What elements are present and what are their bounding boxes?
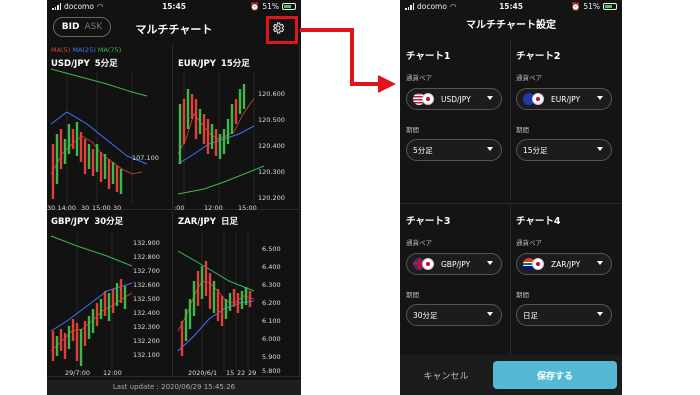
last-update: Last update : 2020/06/29 15:45:26 bbox=[47, 380, 301, 395]
price-label: 132.600 bbox=[133, 281, 160, 289]
chart-panel-gbpjpy[interactable]: GBP/JPY 30分足 132.900 132.800 132.700 132… bbox=[47, 211, 173, 377]
time-label: 29/7:00 bbox=[65, 369, 91, 377]
chevron-down-icon bbox=[487, 312, 493, 316]
alarm-icon: ⏰ bbox=[570, 2, 581, 11]
pair-field-label: 通貨ペア bbox=[516, 74, 542, 82]
time-label: 22 bbox=[237, 369, 246, 377]
pair-value: GBP/JPY bbox=[441, 259, 471, 269]
save-button[interactable]: 保存する bbox=[493, 361, 617, 389]
price-label: 5.800 bbox=[262, 367, 281, 375]
period-select[interactable]: 5分足 bbox=[406, 139, 502, 161]
price-label: 132.500 bbox=[133, 295, 160, 303]
price-label: 132.700 bbox=[133, 267, 160, 275]
price-label: 6.000 bbox=[262, 335, 281, 343]
divider bbox=[400, 203, 622, 204]
pair-field-label: 通貨ペア bbox=[516, 239, 542, 247]
chart-setting-title: チャート1 bbox=[406, 51, 451, 62]
period-select[interactable]: 30分足 bbox=[406, 304, 502, 326]
price-label: 132.100 bbox=[133, 351, 160, 359]
divider bbox=[510, 205, 511, 355]
price-label: 132.400 bbox=[133, 309, 160, 317]
price-label: 6.400 bbox=[262, 263, 281, 271]
battery-percent: 51% bbox=[262, 2, 279, 11]
price-label: 6.500 bbox=[262, 245, 281, 253]
app-header: BID ASK マルチチャート bbox=[47, 14, 301, 42]
period-value: 日足 bbox=[523, 310, 538, 320]
divider bbox=[510, 40, 511, 200]
battery-icon bbox=[603, 3, 617, 10]
candlestick-chart bbox=[50, 68, 148, 204]
time-label: 12:00 bbox=[103, 369, 122, 377]
page-title: マルチチャート設定 bbox=[466, 20, 556, 31]
period-field-label: 期間 bbox=[406, 291, 419, 299]
highlight-box bbox=[266, 16, 298, 44]
period-select[interactable]: 15分足 bbox=[516, 139, 612, 161]
arrow-icon bbox=[300, 28, 396, 93]
alarm-icon: ⏰ bbox=[249, 2, 260, 11]
pair-field-label: 通貨ペア bbox=[406, 239, 432, 247]
chart-panel-usdjpy[interactable]: MA(5) MA(25) MA(75) USD/JPY 5分足 107.100 … bbox=[47, 44, 173, 212]
price-label: 6.300 bbox=[262, 281, 281, 289]
battery-percent: 51% bbox=[583, 2, 600, 11]
period-select[interactable]: 日足 bbox=[516, 304, 612, 326]
price-label: 120.600 bbox=[258, 90, 285, 98]
pair-select[interactable]: GBP/JPY bbox=[406, 253, 502, 275]
pair-select[interactable]: USD/JPY bbox=[406, 88, 502, 110]
time-label: 15 bbox=[226, 369, 235, 377]
battery-icon bbox=[282, 3, 296, 10]
pair-field-label: 通貨ペア bbox=[406, 74, 432, 82]
cancel-button[interactable]: キャンセル bbox=[400, 355, 492, 395]
multichart-settings-screen: docomo ◠ 15:45 ⏰ 51% マルチチャート設定 チャート1 通貨ペ… bbox=[400, 0, 622, 395]
price-label: 132.300 bbox=[133, 323, 160, 331]
price-label: 5.900 bbox=[262, 353, 281, 361]
chart-setting-title: チャート4 bbox=[516, 216, 561, 227]
period-value: 30分足 bbox=[413, 310, 438, 320]
price-label: 120.200 bbox=[258, 194, 285, 202]
price-label: 132.200 bbox=[133, 337, 160, 345]
pair-value: EUR/JPY bbox=[551, 94, 581, 104]
chart-grid: MA(5) MA(25) MA(75) USD/JPY 5分足 107.100 … bbox=[47, 44, 301, 380]
flag-icon bbox=[523, 257, 545, 271]
price-label: 6.100 bbox=[262, 317, 281, 325]
chart-panel-zarjpy[interactable]: ZAR/JPY 日足 6.500 6.400 6.300 6.200 6.100… bbox=[174, 211, 300, 377]
chevron-down-icon bbox=[487, 147, 493, 151]
chevron-down-icon bbox=[487, 261, 493, 265]
flag-icon bbox=[413, 92, 435, 106]
pair-select[interactable]: ZAR/JPY bbox=[516, 253, 612, 275]
period-value: 15分足 bbox=[523, 145, 548, 155]
chevron-down-icon bbox=[487, 96, 493, 100]
chevron-down-icon bbox=[597, 261, 603, 265]
status-bar: docomo ◠ 15:45 ⏰ 51% bbox=[400, 0, 622, 14]
price-label: 120.500 bbox=[258, 116, 285, 124]
time-label: 2020/6/1 bbox=[188, 369, 218, 377]
chevron-down-icon bbox=[597, 96, 603, 100]
time-label: 29 bbox=[248, 369, 257, 377]
chevron-down-icon bbox=[597, 147, 603, 151]
page-title: マルチチャート bbox=[135, 23, 213, 36]
period-field-label: 期間 bbox=[406, 126, 419, 134]
pair-value: USD/JPY bbox=[441, 94, 471, 104]
pair-value: ZAR/JPY bbox=[551, 259, 581, 269]
chart-panel-eurjpy[interactable]: EUR/JPY 15分足 120.600 120.500 120.400 120… bbox=[174, 44, 300, 212]
flag-icon bbox=[523, 92, 545, 106]
price-label: 120.300 bbox=[258, 168, 285, 176]
period-field-label: 期間 bbox=[516, 291, 529, 299]
price-label: 120.400 bbox=[258, 142, 285, 150]
price-label: 132.900 bbox=[133, 239, 160, 247]
period-value: 5分足 bbox=[413, 145, 433, 155]
chart-setting-title: チャート3 bbox=[406, 216, 451, 227]
price-label: 132.800 bbox=[133, 253, 160, 261]
status-bar: docomo ◠ 15:45 ⏰ 51% bbox=[47, 0, 301, 14]
candlestick-chart bbox=[177, 72, 265, 204]
period-field-label: 期間 bbox=[516, 126, 529, 134]
price-label: 107.100 bbox=[132, 154, 159, 162]
multichart-screen: docomo ◠ 15:45 ⏰ 51% BID ASK マルチチャート MA(… bbox=[47, 0, 301, 395]
pair-select[interactable]: EUR/JPY bbox=[516, 88, 612, 110]
candlestick-chart bbox=[177, 233, 255, 371]
flag-icon bbox=[413, 257, 435, 271]
chart-setting-title: チャート2 bbox=[516, 51, 561, 62]
price-label: 6.200 bbox=[262, 299, 281, 307]
settings-footer: キャンセル 保存する bbox=[400, 355, 622, 395]
chevron-down-icon bbox=[597, 312, 603, 316]
